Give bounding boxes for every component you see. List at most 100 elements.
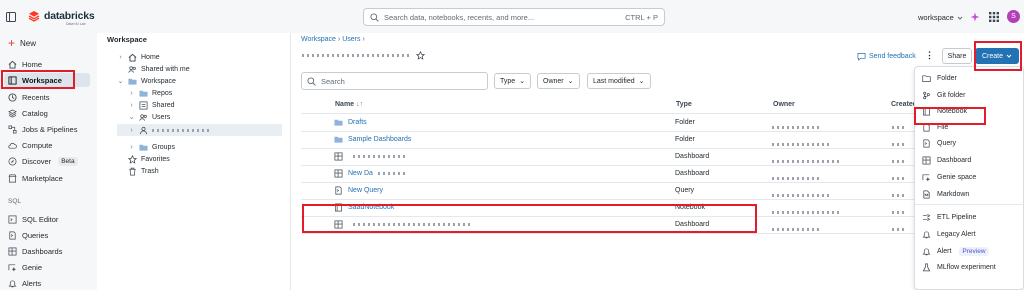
nav-item-workspace[interactable]: Workspace xyxy=(4,73,90,87)
column-header-owner[interactable]: Owner xyxy=(773,101,795,108)
apps-grid-icon[interactable] xyxy=(989,12,999,22)
global-search-input[interactable]: Search data, notebooks, recents, and mor… xyxy=(363,8,665,26)
create-menu-item-folder[interactable]: Folder xyxy=(915,71,1024,86)
user-avatar[interactable]: S xyxy=(1007,10,1020,23)
redacted-name xyxy=(353,155,408,158)
create-menu-item-dashboard[interactable]: Dashboard xyxy=(915,153,1024,168)
nav-item-genie[interactable]: Genie xyxy=(4,260,90,274)
tree-item-groups[interactable]: › Groups xyxy=(128,141,175,153)
dashboard-icon xyxy=(334,169,343,178)
row-name[interactable]: New Query xyxy=(334,186,383,195)
nav-item-catalog[interactable]: Catalog xyxy=(4,106,90,120)
assistant-sparkle-icon[interactable] xyxy=(970,12,980,22)
tree-item-workspace[interactable]: ⌄ Workspace xyxy=(117,75,176,87)
workspace-icon xyxy=(8,75,17,85)
left-navigation: + New Home Workspace Recents Catalog Job… xyxy=(0,33,97,290)
row-type: Dashboard xyxy=(675,170,710,177)
create-menu-item-genie-space[interactable]: Genie space xyxy=(915,170,1024,185)
notebook-icon xyxy=(334,203,343,212)
folder-icon xyxy=(334,118,343,127)
nav-label: Compute xyxy=(22,140,53,150)
folder-icon xyxy=(334,135,343,144)
nav-item-discover[interactable]: Discover Beta xyxy=(4,154,90,168)
last-modified-filter[interactable]: Last modified ⌄ xyxy=(587,73,651,89)
nav-item-marketplace[interactable]: Marketplace xyxy=(4,171,90,185)
column-header-type[interactable]: Type xyxy=(676,101,692,108)
tree-item-trash[interactable]: Trash xyxy=(128,165,159,177)
databricks-logo[interactable]: databricks xyxy=(28,10,95,22)
more-options-icon[interactable]: ⋮ xyxy=(925,50,934,61)
sql-editor-icon xyxy=(8,215,17,223)
query-icon xyxy=(334,186,343,195)
folder-icon xyxy=(128,78,137,85)
file-search-placeholder: Search xyxy=(321,76,345,86)
create-menu-item-legacy-alert[interactable]: Legacy Alert xyxy=(915,227,1024,242)
owner-filter[interactable]: Owner ⌄ xyxy=(537,73,580,89)
row-owner xyxy=(772,122,822,131)
folder-icon xyxy=(139,144,148,151)
notebook-icon xyxy=(922,107,931,116)
tree-item-repos[interactable]: › Repos xyxy=(128,87,172,99)
row-created xyxy=(892,224,906,233)
create-menu-item-file[interactable]: File xyxy=(915,120,1024,135)
share-button[interactable]: Share xyxy=(942,48,972,64)
create-menu-item-markdown[interactable]: Markdown xyxy=(915,187,1024,202)
new-button[interactable]: + New xyxy=(5,35,89,51)
tree-item-user-folder[interactable]: › xyxy=(117,124,282,136)
preview-badge: Preview xyxy=(959,247,989,256)
brand-tagline: Data+AI Lab xyxy=(66,22,86,26)
tree-item-favorites[interactable]: Favorites xyxy=(128,153,170,165)
row-created xyxy=(892,173,906,182)
create-menu-item-notebook[interactable]: Notebook xyxy=(915,104,1024,119)
experiment-icon xyxy=(922,263,931,272)
page-title xyxy=(302,51,425,60)
create-menu-item-etl-pipeline[interactable]: ETL Pipeline xyxy=(915,210,1024,225)
file-search-input[interactable]: Search xyxy=(301,72,488,90)
menu-item-label: Legacy Alert xyxy=(937,231,976,238)
breadcrumb-workspace[interactable]: Workspace xyxy=(301,36,336,43)
column-header-name[interactable]: Name ↓↑ xyxy=(335,101,363,108)
create-menu-item-alert[interactable]: Alert Preview xyxy=(915,244,1024,259)
tree-item-home[interactable]: › Home xyxy=(117,51,160,63)
row-name[interactable] xyxy=(334,220,473,229)
row-owner xyxy=(772,190,832,199)
create-menu-item-mlflow-experiment[interactable]: MLflow experiment xyxy=(915,260,1024,275)
menu-item-label: Query xyxy=(937,140,957,147)
tree-item-shared-with-me[interactable]: Shared with me xyxy=(128,63,190,75)
nav-item-dashboards[interactable]: Dashboards xyxy=(4,244,90,258)
nav-item-queries[interactable]: Queries xyxy=(4,228,90,242)
menu-item-label: Notebook xyxy=(937,108,967,115)
row-name-text: SaadNotebook xyxy=(348,204,395,211)
row-name-text: New Da xyxy=(348,170,373,177)
tree-item-users[interactable]: ⌄ Users xyxy=(128,111,171,123)
search-shortcut: CTRL + P xyxy=(625,12,658,22)
nav-item-sql-editor[interactable]: SQL Editor xyxy=(4,212,90,226)
create-button[interactable]: Create xyxy=(975,48,1019,64)
create-menu-item-git-folder[interactable]: Git folder xyxy=(915,88,1024,103)
breadcrumb-users[interactable]: Users xyxy=(342,36,360,43)
nav-item-alerts[interactable]: Alerts xyxy=(4,276,90,290)
row-owner xyxy=(772,139,832,148)
chevron-right-icon: › xyxy=(130,126,133,134)
row-name[interactable] xyxy=(334,152,408,161)
sidebar-toggle-icon[interactable] xyxy=(6,12,16,22)
menu-item-label: Markdown xyxy=(937,191,970,198)
menu-item-label: MLflow experiment xyxy=(937,264,996,271)
workspace-selector[interactable]: workspace xyxy=(918,13,963,22)
sql-section-label: SQL xyxy=(8,198,22,205)
row-name[interactable]: New Da xyxy=(334,169,408,178)
nav-item-jobs-pipelines[interactable]: Jobs & Pipelines xyxy=(4,122,90,136)
filter-label: Type xyxy=(500,77,516,85)
nav-item-compute[interactable]: Compute xyxy=(4,138,90,152)
send-feedback-link[interactable]: Send feedback xyxy=(857,52,916,61)
folder-outline-icon xyxy=(922,74,931,83)
favorite-star-icon[interactable] xyxy=(416,51,425,60)
nav-item-recents[interactable]: Recents xyxy=(4,90,90,104)
row-name[interactable]: Sample Dashboards xyxy=(334,135,411,144)
nav-item-home[interactable]: Home xyxy=(4,57,90,71)
create-menu-item-query[interactable]: Query xyxy=(915,136,1024,151)
tree-item-shared[interactable]: › Shared xyxy=(128,99,175,111)
row-name[interactable]: SaadNotebook xyxy=(334,203,394,212)
row-name[interactable]: Drafts xyxy=(334,118,367,127)
type-filter[interactable]: Type ⌄ xyxy=(494,73,532,89)
